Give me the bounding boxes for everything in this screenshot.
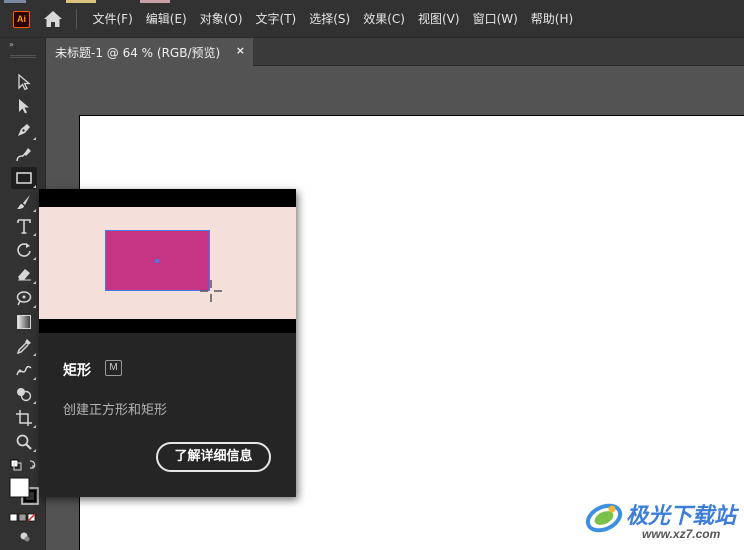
- rotate-icon: [17, 243, 31, 257]
- menu-list: 文件(F) 编辑(E) 对象(O) 文字(T) 选择(S) 效果(C) 视图(V…: [86, 0, 580, 38]
- blend-tool[interactable]: [11, 359, 37, 381]
- rectangle-icon: [16, 172, 32, 184]
- menu-window[interactable]: 窗口(W): [466, 0, 524, 38]
- curvature-tool[interactable]: [11, 143, 37, 165]
- menu-view[interactable]: 视图(V): [411, 0, 466, 38]
- menu-edit[interactable]: 编辑(E): [139, 0, 193, 38]
- tooltip-description: 创建正方形和矩形: [63, 403, 168, 418]
- direct-selection-arrow-icon: [19, 99, 29, 114]
- selection-arrow-icon: [18, 73, 31, 91]
- preview-rectangle-center-point: [155, 259, 159, 263]
- panel-grip[interactable]: [10, 55, 36, 58]
- watermark-logo-icon: [585, 503, 623, 533]
- watermark-text: 极光下载站: [626, 504, 737, 529]
- direct-selection-tool[interactable]: [11, 95, 37, 117]
- zoom-tool[interactable]: [11, 431, 37, 453]
- curvature-pen-icon: [16, 148, 31, 162]
- type-tool[interactable]: [11, 215, 37, 237]
- illustrator-window: Ai 文件(F) 编辑(E) 对象(O) 文字(T) 选择(S) 效果(C) 视…: [0, 0, 744, 550]
- pen-icon: [18, 124, 30, 136]
- menu-type[interactable]: 文字(T): [249, 0, 303, 38]
- app-logo: Ai: [13, 11, 30, 28]
- menu-object[interactable]: 对象(O): [193, 0, 249, 38]
- menu-bar: Ai 文件(F) 编辑(E) 对象(O) 文字(T) 选择(S) 效果(C) 视…: [0, 0, 744, 38]
- gradient-icon: [17, 315, 31, 329]
- gradient-mode-icon: [18, 513, 27, 522]
- document-tab[interactable]: 未标题-1 @ 64 % (RGB/预览) ×: [46, 38, 253, 66]
- eraser-tool[interactable]: [11, 263, 37, 285]
- swap-colors-icon: [29, 460, 36, 469]
- gradient-tool[interactable]: [11, 311, 37, 333]
- rectangle-tool-tooltip: 矩形 M 创建正方形和矩形 了解详细信息: [39, 189, 296, 497]
- learn-more-button[interactable]: 了解详细信息: [156, 442, 271, 472]
- shape-builder-tool[interactable]: [11, 383, 37, 405]
- shape-builder-icon: [17, 388, 32, 402]
- close-tab-icon[interactable]: ×: [236, 44, 245, 57]
- selection-tool[interactable]: [11, 71, 37, 93]
- magnifier-icon: [16, 434, 32, 450]
- watermark: 极光下载站 www.xz7.com: [582, 494, 744, 550]
- puppet-warp-icon: [16, 291, 32, 306]
- menu-help[interactable]: 帮助(H): [524, 0, 579, 38]
- menu-select[interactable]: 选择(S): [303, 0, 357, 38]
- eyedropper-icon: [16, 339, 31, 355]
- menu-separator: [76, 9, 77, 29]
- tooltip-preview: [39, 189, 296, 333]
- fill-swatch: [9, 477, 30, 498]
- color-mode-icon: [9, 513, 18, 522]
- document-tab-title: 未标题-1 @ 64 % (RGB/预览): [55, 45, 221, 60]
- eraser-icon: [18, 269, 31, 281]
- menu-effect[interactable]: 效果(C): [357, 0, 412, 38]
- tooltip-shortcut-key: M: [105, 360, 122, 376]
- rotate-tool[interactable]: [11, 239, 37, 261]
- type-t-icon: [17, 219, 31, 234]
- eyedropper-tool[interactable]: [11, 335, 37, 357]
- collapse-panel-icon[interactable]: »: [9, 40, 14, 49]
- artboard-icon: [16, 410, 32, 426]
- rectangle-tool[interactable]: [11, 167, 37, 189]
- home-icon[interactable]: [42, 10, 64, 28]
- crosshair-cursor-icon: [200, 280, 222, 302]
- document-tab-bar: 未标题-1 @ 64 % (RGB/预览) ×: [46, 38, 744, 66]
- puppet-warp-tool[interactable]: [11, 287, 37, 309]
- color-swatches: [8, 458, 42, 548]
- watermark-url: www.xz7.com: [642, 527, 721, 541]
- menu-file[interactable]: 文件(F): [86, 0, 139, 38]
- paintbrush-icon: [17, 195, 30, 209]
- pen-tool[interactable]: [11, 119, 37, 141]
- blend-icon: [16, 365, 32, 376]
- tooltip-tool-name: 矩形: [63, 363, 91, 379]
- paintbrush-tool[interactable]: [11, 191, 37, 213]
- artboard-tool[interactable]: [11, 407, 37, 429]
